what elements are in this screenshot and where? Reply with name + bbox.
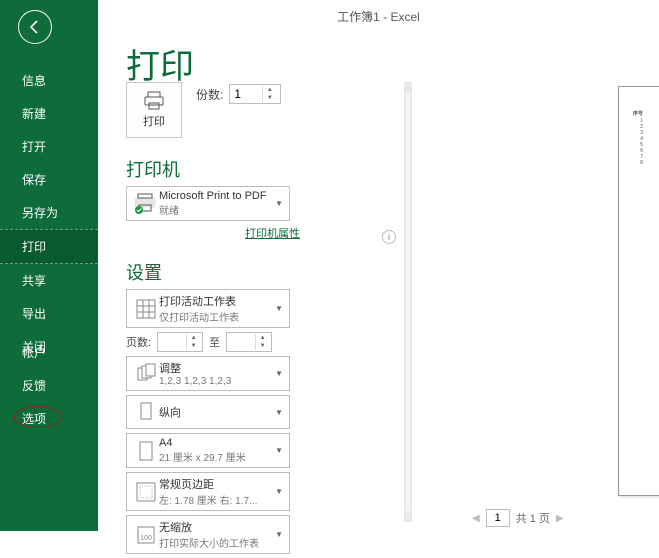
titlebar: 工作簿1 - Excel (98, 0, 659, 25)
printer-icon (143, 91, 165, 111)
sidebar-item-print[interactable]: 打印 (0, 229, 98, 264)
printer-section-header: 打印机 (126, 156, 394, 182)
preview-page: 序号课程 1计算机图形 多媒体 2数字逻辑 3概率与统计 4计算机网络工程 5模… (618, 86, 659, 496)
sidebar-item-info[interactable]: 信息 (0, 64, 98, 97)
chevron-down-icon: ▼ (275, 408, 283, 417)
chevron-down-icon: ▼ (275, 446, 283, 455)
sidebar-item-export[interactable]: 导出 (0, 297, 98, 330)
paper-sub: 21 厘米 x 29.7 厘米 (159, 449, 271, 464)
print-button-label: 打印 (143, 113, 165, 129)
copies-input[interactable] (230, 87, 262, 101)
sidebar-item-options[interactable]: 选项 (0, 402, 98, 435)
pages-from-spinner[interactable]: ▲▼ (157, 332, 203, 352)
chevron-down-icon: ▼ (275, 199, 283, 208)
preview-hdr-1: 序号 (629, 111, 643, 117)
pages-from-input[interactable] (158, 335, 186, 349)
orientation-dropdown[interactable]: 纵向 ▼ (126, 395, 290, 429)
chevron-down-icon: ▼ (275, 369, 283, 378)
copies-spinner[interactable]: ▲▼ (229, 84, 281, 104)
chevron-down-icon: ▼ (275, 487, 283, 496)
orientation-title: 纵向 (159, 404, 271, 420)
scaling-title: 无缩放 (159, 519, 271, 535)
page-number-input[interactable] (486, 509, 510, 527)
page-title: 打印 (126, 39, 659, 88)
collate-dropdown[interactable]: 调整 1,2,3 1,2,3 1,2,3 ▼ (126, 356, 290, 391)
sidebar-item-save[interactable]: 保存 (0, 163, 98, 196)
margins-dropdown[interactable]: 常规页边距 左: 1.78 厘米 右: 1.7... ▼ (126, 472, 290, 511)
settings-scrollbar[interactable] (404, 82, 412, 522)
sidebar-item-account[interactable]: 帐户 (0, 336, 98, 369)
spinner-up-icon[interactable]: ▲ (187, 334, 200, 342)
chevron-down-icon: ▼ (275, 530, 283, 539)
pages-from-label: 页数: (126, 334, 151, 350)
spinner-down-icon[interactable]: ▼ (263, 94, 276, 102)
printer-properties-link[interactable]: 打印机属性 (245, 228, 300, 240)
scaling-sub: 打印实际大小的工作表 (159, 535, 271, 550)
sheets-icon (133, 296, 159, 322)
scaling-dropdown[interactable]: 100 无缩放 打印实际大小的工作表 ▼ (126, 515, 290, 554)
preview-row: 8数据结构 (629, 160, 659, 166)
print-scope-dropdown[interactable]: 打印活动工作表 仅打印活动工作表 ▼ (126, 289, 290, 328)
sidebar-item-open[interactable]: 打开 (0, 130, 98, 163)
back-button[interactable] (18, 10, 52, 44)
collate-title: 调整 (159, 360, 271, 376)
settings-section-header: 设置 (126, 259, 394, 285)
print-preview: 序号课程 1计算机图形 多媒体 2数字逻辑 3概率与统计 4计算机网络工程 5模… (618, 86, 659, 502)
print-button[interactable]: 打印 (126, 82, 182, 138)
scope-sub: 仅打印活动工作表 (159, 309, 271, 324)
margins-title: 常规页边距 (159, 476, 271, 492)
svg-text:100: 100 (140, 535, 152, 542)
pages-to-input[interactable] (227, 335, 255, 349)
spinner-up-icon[interactable]: ▲ (256, 334, 269, 342)
copies-label: 份数: (196, 86, 223, 103)
printer-dropdown[interactable]: Microsoft Print to PDF 就绪 ▼ (126, 186, 290, 221)
portrait-icon (133, 399, 159, 425)
sidebar-item-share[interactable]: 共享 (0, 264, 98, 297)
collate-icon (133, 361, 159, 387)
printer-status-icon (133, 191, 159, 217)
pages-to-label: 至 (209, 334, 220, 350)
spinner-down-icon[interactable]: ▼ (187, 342, 200, 350)
prev-page-button[interactable]: ◀ (472, 513, 480, 524)
scope-title: 打印活动工作表 (159, 293, 271, 309)
printer-status: 就绪 (159, 202, 271, 217)
spinner-down-icon[interactable]: ▼ (256, 342, 269, 350)
pages-to-spinner[interactable]: ▲▼ (226, 332, 272, 352)
sidebar-item-feedback[interactable]: 反馈 (0, 369, 98, 402)
paper-dropdown[interactable]: A4 21 厘米 x 29.7 厘米 ▼ (126, 433, 290, 468)
page-icon (133, 438, 159, 464)
page-total-label: 共 1 页 (516, 510, 550, 526)
info-icon[interactable]: i (382, 230, 396, 244)
paper-title: A4 (159, 437, 271, 449)
collate-sub: 1,2,3 1,2,3 1,2,3 (159, 376, 271, 387)
sidebar-item-saveas[interactable]: 另存为 (0, 196, 98, 229)
preview-hdr-2: 课程 (649, 111, 659, 117)
printer-name: Microsoft Print to PDF (159, 190, 271, 202)
sidebar-menu: 信息 新建 打开 保存 另存为 打印 共享 导出 关闭 (0, 64, 98, 363)
spinner-up-icon[interactable]: ▲ (263, 86, 276, 94)
next-page-button[interactable]: ▶ (556, 513, 564, 524)
chevron-down-icon: ▼ (275, 304, 283, 313)
preview-pager: ◀ 共 1 页 ▶ (472, 509, 564, 527)
scale-icon: 100 (133, 522, 159, 548)
margins-sub: 左: 1.78 厘米 右: 1.7... (159, 492, 271, 507)
margins-icon (133, 479, 159, 505)
sidebar-item-new[interactable]: 新建 (0, 97, 98, 130)
